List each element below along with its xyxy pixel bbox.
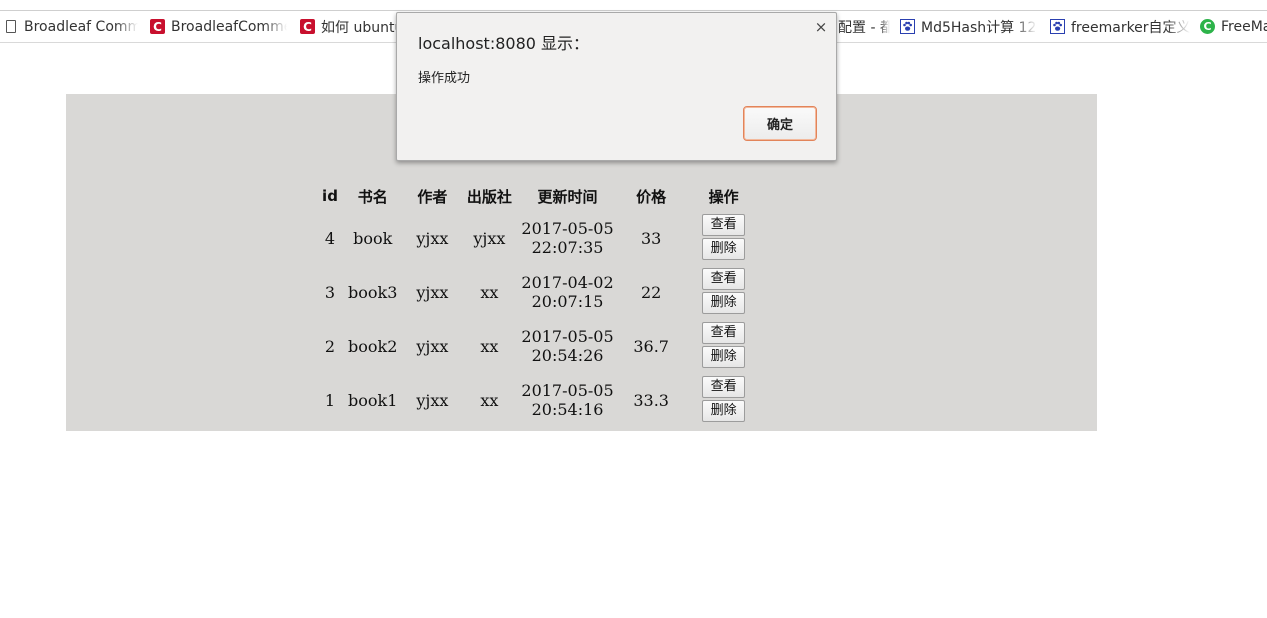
cell-time: 20:07:15 bbox=[531, 292, 604, 311]
red-c-icon: C bbox=[150, 19, 165, 34]
header-actions: 操作 bbox=[708, 187, 739, 206]
header-update-time: 更新时间 bbox=[537, 187, 598, 206]
bookmark-item[interactable]: C 如何 ubuntu bbox=[300, 11, 396, 42]
view-button[interactable]: 查看 bbox=[702, 214, 746, 236]
cell-date: 2017-05-05 bbox=[521, 219, 614, 238]
dialog-title: localhost:8080 显示： bbox=[418, 34, 590, 53]
cell-actions: 查看 删除 bbox=[685, 212, 763, 264]
cell-id: 1 bbox=[324, 390, 336, 410]
bookmark-item[interactable]: 配置 - 都! bbox=[838, 11, 890, 42]
table-header-row: id 书名 作者 出版社 更新时间 价格 操作 bbox=[318, 182, 763, 210]
header-publisher: 出版社 bbox=[466, 187, 512, 206]
cell-price: 36.7 bbox=[633, 336, 669, 356]
bookmark-label: BroadleafCommer bbox=[171, 18, 287, 35]
cell-time: 20:54:16 bbox=[531, 400, 604, 419]
books-table: id 书名 作者 出版社 更新时间 价格 操作 4 book yjxx yjxx… bbox=[316, 180, 765, 428]
bookmark-item[interactable]: Broadleaf Commer bbox=[3, 11, 138, 42]
bookmark-label: freemarker自定义 bbox=[1071, 19, 1190, 36]
alert-dialog: localhost:8080 显示： × 操作成功 确定 bbox=[396, 12, 837, 161]
cell-update-time: 2017-05-05 22:07:35 bbox=[517, 212, 617, 264]
bookmark-label: 如何 ubuntu bbox=[321, 19, 396, 36]
cell-price: 33 bbox=[640, 228, 662, 248]
table-row: 4 book yjxx yjxx 2017-05-05 22:07:35 33 查… bbox=[318, 212, 763, 264]
cell-time: 22:07:35 bbox=[531, 238, 604, 257]
cell-date: 2017-05-05 bbox=[521, 381, 614, 400]
dialog-message: 操作成功 bbox=[418, 71, 471, 86]
cell-price: 33.3 bbox=[633, 390, 669, 410]
view-button[interactable]: 查看 bbox=[702, 376, 746, 398]
table-row: 1 book1 yjxx xx 2017-05-05 20:54:16 33.3 … bbox=[318, 374, 763, 426]
bookmark-label: Md5Hash计算 123 bbox=[921, 19, 1037, 36]
view-button[interactable]: 查看 bbox=[702, 322, 746, 344]
header-author: 作者 bbox=[417, 187, 448, 206]
bookmark-label: Broadleaf Commer bbox=[24, 18, 138, 35]
red-c-icon: C bbox=[300, 19, 315, 34]
view-button[interactable]: 查看 bbox=[702, 268, 746, 290]
table-row: 3 book3 yjxx xx 2017-04-02 20:07:15 22 查看… bbox=[318, 266, 763, 318]
bookmark-item[interactable]: C BroadleafCommer bbox=[150, 11, 287, 42]
cell-date: 2017-05-05 bbox=[521, 327, 614, 346]
cell-price: 22 bbox=[640, 282, 662, 302]
delete-button[interactable]: 删除 bbox=[702, 292, 746, 314]
bookmark-item[interactable]: freemarker自定义 bbox=[1050, 11, 1190, 42]
cell-author: yjxx bbox=[416, 390, 449, 410]
cell-actions: 查看 删除 bbox=[685, 374, 763, 426]
cell-publisher: xx bbox=[480, 282, 499, 302]
cell-update-time: 2017-05-05 20:54:26 bbox=[517, 320, 617, 372]
ok-button[interactable]: 确定 bbox=[743, 106, 817, 141]
cell-publisher: xx bbox=[480, 336, 499, 356]
header-name: 书名 bbox=[357, 187, 388, 206]
cell-name: book1 bbox=[348, 390, 398, 410]
header-id: id bbox=[322, 187, 338, 205]
cell-author: yjxx bbox=[416, 336, 449, 356]
close-icon[interactable]: × bbox=[814, 19, 828, 35]
cell-actions: 查看 删除 bbox=[685, 266, 763, 318]
bookmark-item[interactable]: Md5Hash计算 123 bbox=[900, 11, 1037, 42]
baidu-paw-icon bbox=[900, 19, 915, 34]
bookmark-label: FreeMa bbox=[1221, 18, 1267, 35]
cell-publisher: xx bbox=[480, 390, 499, 410]
header-price: 价格 bbox=[636, 187, 667, 206]
cell-name: book3 bbox=[348, 282, 398, 302]
bookmark-item[interactable]: C FreeMa bbox=[1200, 11, 1267, 42]
cell-actions: 查看 删除 bbox=[685, 320, 763, 372]
delete-button[interactable]: 删除 bbox=[702, 238, 746, 260]
cell-publisher: yjxx bbox=[473, 228, 506, 248]
cell-id: 3 bbox=[324, 282, 336, 302]
page-icon bbox=[3, 19, 18, 34]
table-row: 2 book2 yjxx xx 2017-05-05 20:54:26 36.7 … bbox=[318, 320, 763, 372]
baidu-paw-icon bbox=[1050, 19, 1065, 34]
cell-date: 2017-04-02 bbox=[521, 273, 614, 292]
cell-update-time: 2017-05-05 20:54:16 bbox=[517, 374, 617, 426]
cell-author: yjxx bbox=[416, 282, 449, 302]
green-c-icon: C bbox=[1200, 19, 1215, 34]
cell-id: 2 bbox=[324, 336, 336, 356]
delete-button[interactable]: 删除 bbox=[702, 346, 746, 368]
bookmark-label: 配置 - 都! bbox=[838, 19, 890, 36]
cell-name: book bbox=[353, 228, 393, 248]
delete-button[interactable]: 删除 bbox=[702, 400, 746, 422]
cell-update-time: 2017-04-02 20:07:15 bbox=[517, 266, 617, 318]
cell-author: yjxx bbox=[416, 228, 449, 248]
cell-id: 4 bbox=[324, 228, 336, 248]
cell-name: book2 bbox=[348, 336, 398, 356]
cell-time: 20:54:26 bbox=[531, 346, 604, 365]
